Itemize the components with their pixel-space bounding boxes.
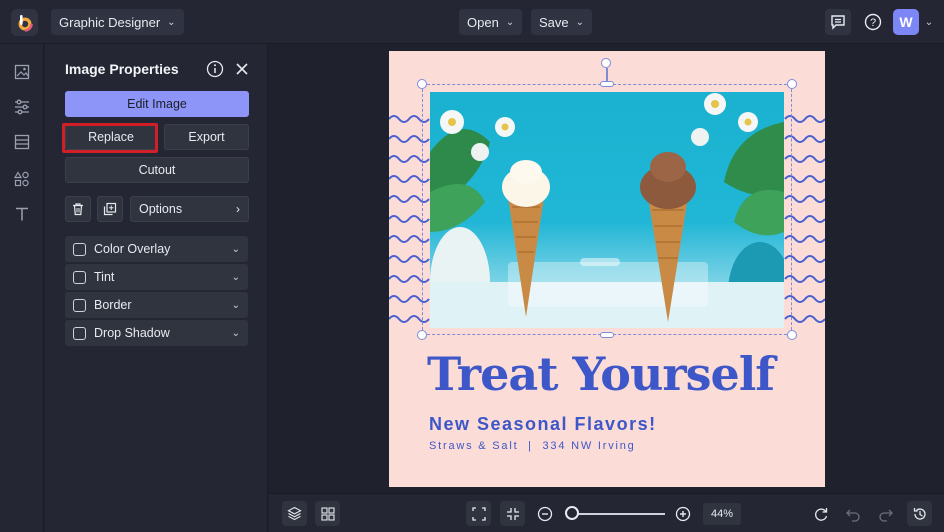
undo-icon[interactable] xyxy=(840,501,865,526)
adjustment-label: Tint xyxy=(94,270,115,284)
image-properties-panel: Image Properties Edit Image Replace Expo… xyxy=(45,44,268,532)
chevron-down-icon: ⌄ xyxy=(575,16,585,28)
svg-text:?: ? xyxy=(870,17,876,29)
chevron-down-icon: ⌄ xyxy=(505,16,515,28)
adjustment-tint[interactable]: Tint ⌄ xyxy=(65,264,248,290)
edit-image-button[interactable]: Edit Image xyxy=(65,91,249,117)
zoom-slider-track[interactable] xyxy=(571,513,665,515)
redo-icon[interactable] xyxy=(873,501,898,526)
resize-handle[interactable] xyxy=(787,330,797,340)
zoom-out-icon[interactable] xyxy=(532,501,557,526)
chevron-down-icon: ⌄ xyxy=(231,327,240,339)
adjustment-drop-shadow[interactable]: Drop Shadow ⌄ xyxy=(65,320,248,346)
canvas-headline[interactable]: Treat Yourself xyxy=(427,347,775,401)
cutout-button[interactable]: Cutout xyxy=(65,157,249,183)
workspace: Treat Yourself New Seasonal Flavors! Str… xyxy=(269,44,944,493)
close-icon[interactable] xyxy=(234,61,250,77)
adjustment-border[interactable]: Border ⌄ xyxy=(65,292,248,318)
delete-button[interactable] xyxy=(65,196,91,222)
checkbox[interactable] xyxy=(73,270,86,284)
chevron-down-icon: ⌄ xyxy=(231,299,240,311)
design-canvas[interactable]: Treat Yourself New Seasonal Flavors! Str… xyxy=(389,51,825,487)
elements-icon[interactable] xyxy=(12,169,32,189)
checkbox[interactable] xyxy=(73,326,86,340)
selection-frame xyxy=(422,84,792,335)
checkbox[interactable] xyxy=(73,242,86,256)
app-logo-icon[interactable] xyxy=(11,9,38,36)
layers-icon[interactable] xyxy=(282,501,307,526)
mode-dropdown[interactable]: Graphic Designer ⌄ xyxy=(51,9,184,35)
mode-label: Graphic Designer xyxy=(59,14,161,30)
zoom-level[interactable]: 44% xyxy=(703,503,741,525)
image-icon[interactable] xyxy=(12,62,32,82)
shrink-icon[interactable] xyxy=(500,501,525,526)
export-button[interactable]: Export xyxy=(164,124,249,150)
resize-handle[interactable] xyxy=(600,332,614,338)
sliders-icon[interactable] xyxy=(12,97,32,117)
duplicate-icon xyxy=(103,202,117,216)
options-label: Options xyxy=(139,202,183,216)
tool-rail xyxy=(0,44,44,532)
open-button[interactable]: Open ⌄ xyxy=(459,9,523,35)
layout-icon[interactable] xyxy=(12,132,32,152)
options-button[interactable]: Options › xyxy=(130,196,249,222)
bottom-bar: 44% xyxy=(269,493,944,532)
text-icon[interactable] xyxy=(12,204,32,224)
duplicate-button[interactable] xyxy=(97,196,123,222)
chevron-right-icon: › xyxy=(236,202,240,216)
canvas-address[interactable]: Straws & Salt | 334 NW Irving xyxy=(429,440,636,452)
adjustment-label: Drop Shadow xyxy=(94,326,170,340)
chevron-down-icon[interactable]: ⌄ xyxy=(922,9,936,35)
adjustment-label: Border xyxy=(94,298,132,312)
zoom-in-icon[interactable] xyxy=(670,501,695,526)
save-label: Save xyxy=(539,14,569,30)
resize-handle[interactable] xyxy=(600,81,614,87)
save-button[interactable]: Save ⌄ xyxy=(531,9,593,35)
user-avatar[interactable]: W xyxy=(893,9,919,35)
replace-button[interactable]: Replace xyxy=(65,124,157,150)
adjustment-label: Color Overlay xyxy=(94,242,171,256)
chevron-down-icon: ⌄ xyxy=(167,16,176,28)
top-bar: Graphic Designer ⌄ Open ⌄ Save ⌄ ? W ⌄ xyxy=(0,0,944,44)
info-icon[interactable] xyxy=(206,60,224,78)
canvas-subhead[interactable]: New Seasonal Flavors! xyxy=(429,414,657,435)
refresh-icon[interactable] xyxy=(808,501,833,526)
panel-title: Image Properties xyxy=(65,61,179,77)
resize-handle[interactable] xyxy=(417,330,427,340)
grid-icon[interactable] xyxy=(315,501,340,526)
trash-icon xyxy=(73,203,83,216)
checkbox[interactable] xyxy=(73,298,86,312)
help-icon[interactable]: ? xyxy=(860,9,886,35)
resize-handle[interactable] xyxy=(417,79,427,89)
fit-screen-icon[interactable] xyxy=(466,501,491,526)
chevron-down-icon: ⌄ xyxy=(231,271,240,283)
rotate-handle[interactable] xyxy=(601,58,611,68)
history-icon[interactable] xyxy=(907,501,932,526)
chevron-down-icon: ⌄ xyxy=(231,243,240,255)
feedback-icon[interactable] xyxy=(825,9,851,35)
adjustment-color-overlay[interactable]: Color Overlay ⌄ xyxy=(65,236,248,262)
zoom-slider-handle[interactable] xyxy=(565,506,579,520)
resize-handle[interactable] xyxy=(787,79,797,89)
open-label: Open xyxy=(467,14,499,30)
